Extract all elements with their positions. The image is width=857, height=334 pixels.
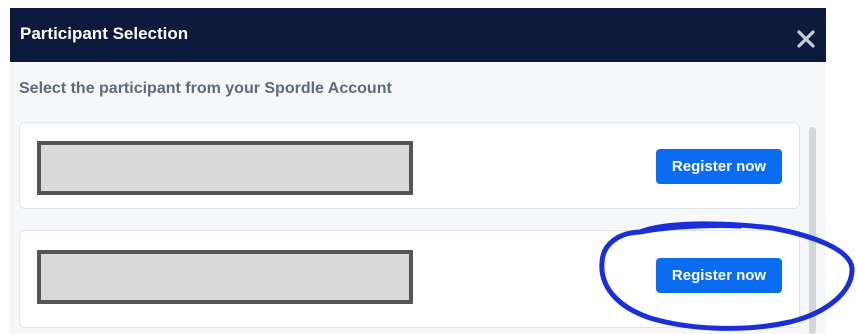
redacted-participant-name [37, 250, 413, 304]
close-icon [797, 30, 815, 48]
scrollbar-thumb[interactable] [809, 127, 816, 334]
participant-selection-modal: Participant Selection Select the partici… [10, 8, 826, 334]
participant-card: Register now [19, 230, 800, 328]
close-button[interactable] [795, 28, 817, 50]
register-now-button[interactable]: Register now [656, 258, 782, 293]
redacted-participant-name [37, 141, 413, 195]
modal-header: Participant Selection [10, 8, 826, 62]
modal-title: Participant Selection [20, 24, 189, 43]
scrollbar[interactable] [807, 119, 819, 334]
register-now-button[interactable]: Register now [656, 149, 782, 184]
participant-card: Register now [19, 122, 800, 209]
participant-list: Register now Register now [10, 119, 826, 334]
screenshot: Participant Selection Select the partici… [0, 0, 857, 334]
modal-subtitle: Select the participant from your Spordle… [19, 80, 392, 97]
